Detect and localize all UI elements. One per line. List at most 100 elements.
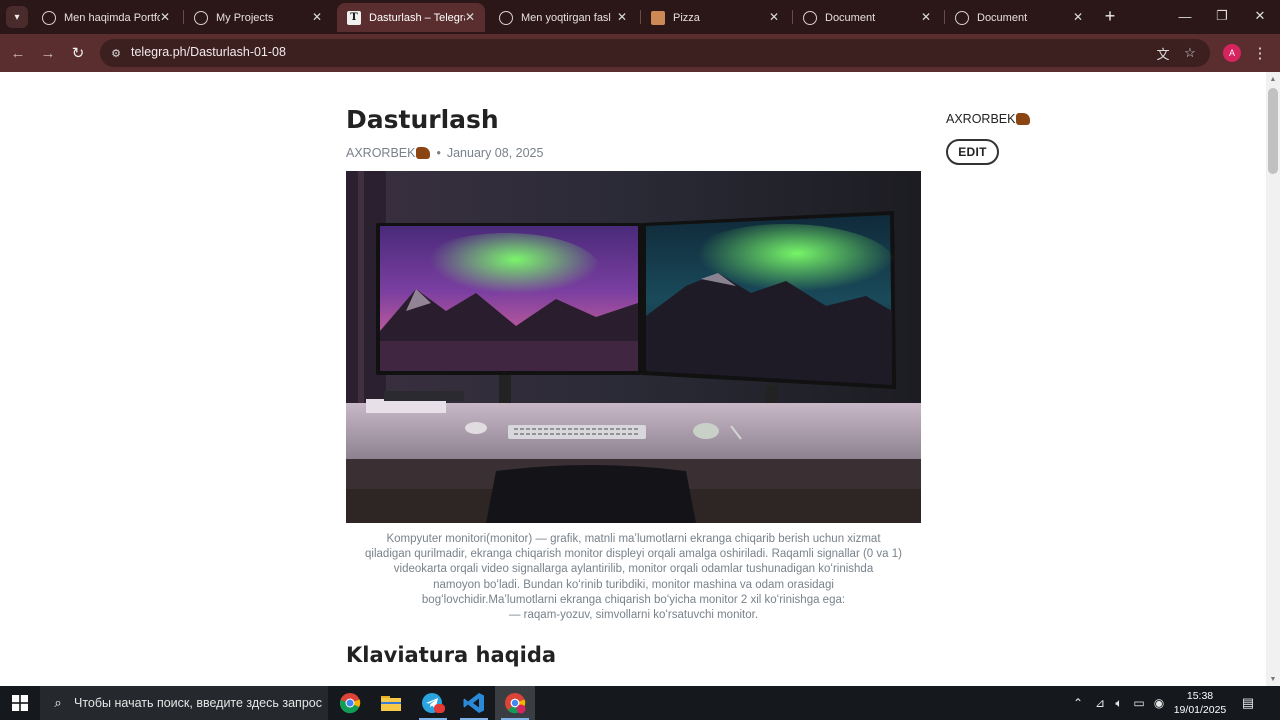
address-bar[interactable]: ⚙ telegra.ph/Dasturlash-01-08 文 ☆ [100, 39, 1210, 67]
reload-button[interactable]: ↻ [68, 43, 88, 63]
sidebar-author-name[interactable]: AXRORBEK [946, 112, 1015, 126]
tab-document-1[interactable]: Document ✕ [793, 3, 941, 32]
author-link[interactable]: AXRORBEK [346, 146, 415, 160]
reload-icon: ↻ [71, 45, 85, 62]
caption-line: qiladigan qurilmadir, ekranga chiqarish … [365, 548, 902, 561]
taskbar-search[interactable]: ⌕ Чтобы начать поиск, введите здесь запр… [40, 686, 328, 720]
close-icon[interactable]: ✕ [921, 10, 931, 24]
taskbar-chrome-profile[interactable] [495, 686, 535, 720]
edit-button[interactable]: EDIT [946, 139, 999, 165]
site-info-icon[interactable]: ⚙ [108, 45, 124, 61]
close-icon[interactable]: ✕ [160, 10, 170, 24]
sidebar-author: AXRORBEK [946, 112, 1031, 126]
monitor-desk-illustration [346, 171, 921, 523]
image-caption: Kompyuter monitori(monitor) — grafik, ma… [356, 532, 911, 623]
restore-icon: ❐ [1216, 8, 1228, 23]
taskbar-clock[interactable]: 15:38 19/01/2025 [1166, 689, 1234, 717]
battery-icon[interactable]: ▭ [1131, 695, 1147, 711]
article-image [346, 171, 921, 523]
vscode-icon [463, 693, 484, 713]
taskbar-telegram[interactable] [413, 686, 453, 720]
translate-icon[interactable]: 文 [1155, 45, 1171, 62]
close-icon: ✕ [1254, 8, 1266, 23]
network-icon[interactable]: ⊿ [1092, 695, 1108, 711]
close-icon[interactable]: ✕ [312, 10, 322, 24]
tab-my-projects[interactable]: My Projects ✕ [184, 3, 332, 32]
globe-icon [194, 10, 208, 25]
globe-icon [803, 10, 817, 25]
close-icon[interactable]: ✕ [1073, 10, 1083, 24]
scroll-up-icon[interactable]: ▲ [1266, 72, 1280, 86]
telegraph-icon: T [347, 10, 361, 25]
tab-portfolio[interactable]: Men haqimda Portfolio ✕ [32, 3, 180, 32]
browser-toolbar: ← → ↻ ⚙ telegra.ph/Dasturlash-01-08 文 ☆ … [0, 34, 1280, 72]
tab-strip: ▾ Men haqimda Portfolio ✕ My Projects ✕ … [0, 0, 1280, 34]
tab-title: Document [977, 11, 1028, 24]
caption-line: namoyon boʻladi. Bundan koʻrinib turibdi… [433, 578, 834, 591]
tab-title: Document [825, 11, 876, 24]
arrow-right-icon: → [40, 44, 56, 62]
close-icon[interactable]: ✕ [465, 10, 475, 24]
windows-taskbar: ⌕ Чтобы начать поиск, введите здесь запр… [0, 686, 1280, 720]
animal-emoji-icon [416, 147, 431, 159]
chrome-icon [339, 693, 361, 714]
chevron-down-icon: ▾ [14, 11, 20, 23]
taskbar-chrome[interactable] [330, 686, 370, 720]
animal-emoji-icon [1016, 113, 1031, 125]
globe-icon [499, 10, 513, 25]
taskbar-vscode[interactable] [454, 686, 494, 720]
browser-menu-button[interactable]: ⋮ [1252, 43, 1268, 63]
plus-icon: + [1104, 5, 1116, 26]
search-icon: ⌕ [54, 695, 62, 710]
volume-icon[interactable]: 🔈︎ [1111, 695, 1127, 711]
new-tab-button[interactable]: + [1100, 6, 1120, 26]
tab-title: Pizza [673, 11, 700, 24]
caption-line: Kompyuter monitori(monitor) — grafik, ma… [386, 533, 881, 545]
tab-title: Dasturlash – Telegraph [369, 11, 465, 24]
more-vertical-icon: ⋮ [1252, 45, 1268, 62]
bookmark-star-icon[interactable]: ☆ [1182, 45, 1198, 61]
tab-document-2[interactable]: Document ✕ [945, 3, 1093, 32]
close-window-button[interactable]: ✕ [1250, 6, 1270, 26]
search-placeholder: Чтобы начать поиск, введите здесь запрос [74, 696, 322, 710]
telegram-icon [422, 693, 445, 713]
globe-icon [42, 10, 56, 25]
taskbar-file-explorer[interactable] [371, 686, 411, 720]
tab-title: My Projects [216, 11, 274, 24]
tab-title: Men haqimda Portfolio [64, 11, 160, 24]
restore-button[interactable]: ❐ [1212, 6, 1232, 26]
article-title: Dasturlash [346, 105, 499, 134]
close-icon[interactable]: ✕ [769, 10, 779, 24]
clock-time: 15:38 [1186, 690, 1214, 702]
page-scrollbar[interactable]: ▲ ▼ [1266, 72, 1280, 686]
tab-dasturlash[interactable]: T Dasturlash – Telegraph ✕ [337, 3, 485, 32]
chrome-profile-icon [505, 693, 526, 714]
chevron-up-icon[interactable]: ⌃ [1070, 695, 1086, 711]
tab-search-button[interactable]: ▾ [6, 6, 28, 28]
tab-pizza[interactable]: Pizza ✕ [641, 3, 789, 32]
minimize-button[interactable]: — [1175, 6, 1195, 26]
tab-title: Men yoqtirgan fasl [521, 11, 611, 24]
minimize-icon: — [1178, 8, 1192, 24]
notifications-button[interactable]: ▤ [1240, 695, 1256, 711]
onedrive-icon[interactable]: ◉ [1151, 695, 1167, 711]
pizza-icon [651, 10, 665, 25]
clock-date: 19/01/2025 [1173, 704, 1227, 716]
section-heading: Klaviatura haqida [346, 643, 557, 667]
url-text[interactable]: telegra.ph/Dasturlash-01-08 [131, 45, 286, 59]
caption-line: bogʻlovchidir.Maʼlumotlarni ekranga chiq… [421, 593, 846, 606]
close-icon[interactable]: ✕ [617, 10, 627, 24]
profile-avatar[interactable]: A [1223, 44, 1241, 62]
start-button[interactable] [0, 686, 40, 720]
page-viewport: Dasturlash AXRORBEK • January 08, 2025 K… [0, 72, 1266, 686]
publish-date: January 08, 2025 [446, 146, 544, 160]
forward-button[interactable]: → [38, 43, 58, 63]
file-explorer-icon [381, 696, 401, 711]
back-button[interactable]: ← [8, 43, 28, 63]
scroll-down-icon[interactable]: ▼ [1266, 672, 1280, 686]
byline-separator: • [436, 146, 441, 160]
article-byline: AXRORBEK • January 08, 2025 [346, 146, 543, 160]
arrow-left-icon: ← [10, 44, 26, 62]
scrollbar-thumb[interactable] [1268, 88, 1278, 174]
tab-fasl[interactable]: Men yoqtirgan fasl ✕ [489, 3, 637, 32]
